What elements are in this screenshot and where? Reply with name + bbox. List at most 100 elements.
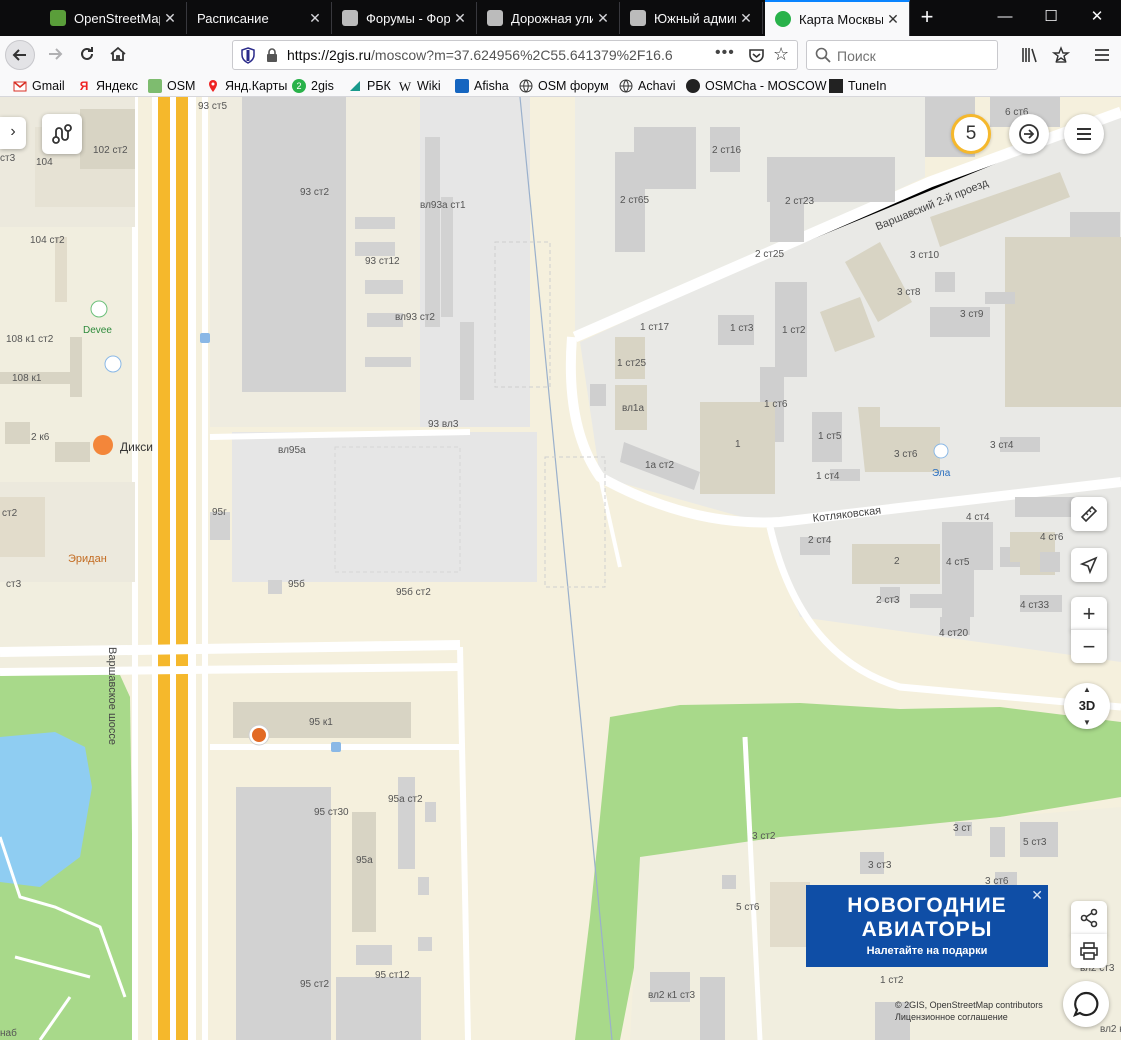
building-number-label: 2 bbox=[894, 556, 900, 567]
tab-road-street[interactable]: Дорожная улиц ✕ bbox=[477, 2, 620, 34]
tab-title: Карта Москвы: bbox=[799, 11, 883, 27]
map-view[interactable]: Варшавское шоссе Варшавский 2-й проезд К… bbox=[0, 97, 1121, 1040]
bus-stop-icon bbox=[331, 742, 341, 752]
building-number-label: вл93 ст2 bbox=[395, 312, 435, 323]
forward-button[interactable] bbox=[40, 40, 70, 70]
tab-close-icon[interactable]: ✕ bbox=[593, 10, 613, 27]
browser-window: OpenStreetMap ✕ Расписание ✕ Форумы - Фо… bbox=[0, 0, 1121, 1040]
routes-button[interactable] bbox=[42, 114, 82, 154]
ruler-button[interactable] bbox=[1071, 497, 1107, 531]
tab-forums[interactable]: Форумы - Фору ✕ bbox=[332, 2, 477, 34]
print-button[interactable] bbox=[1071, 934, 1107, 968]
bookmarks-bar: Gmail Я Яндекс OSM Янд.Карты 2 2gis РБК WW… bbox=[0, 74, 1121, 97]
tab-openstreetmap[interactable]: OpenStreetMap ✕ bbox=[40, 2, 187, 34]
building-number-label: 3 ст10 bbox=[910, 250, 940, 261]
tab-title: Южный админи bbox=[654, 10, 736, 26]
printer-icon bbox=[1080, 942, 1098, 960]
bookmark-2gis[interactable]: 2 2gis bbox=[292, 76, 334, 95]
tab-close-icon[interactable]: ✕ bbox=[305, 10, 325, 27]
tab-close-icon[interactable]: ✕ bbox=[883, 11, 903, 28]
chat-button[interactable] bbox=[1063, 981, 1109, 1027]
zoom-out-button[interactable]: − bbox=[1071, 629, 1107, 663]
maximize-button[interactable]: ☐ bbox=[1028, 0, 1074, 36]
bookmark-tunein[interactable]: TuneIn bbox=[829, 76, 886, 95]
building-number-label: 2 ст23 bbox=[785, 196, 815, 207]
building-number-label: 4 ст5 bbox=[946, 557, 970, 568]
bookmark-afisha[interactable]: Afisha bbox=[455, 76, 509, 95]
reload-button[interactable] bbox=[72, 40, 102, 70]
locate-me-button[interactable] bbox=[1071, 548, 1107, 582]
zoom-in-button[interactable]: + bbox=[1071, 597, 1107, 631]
tab-moscow-map[interactable]: Карта Москвы: ✕ bbox=[765, 0, 910, 36]
url-text[interactable]: https://2gis.ru/moscow?m=37.624956%2C55.… bbox=[287, 47, 677, 63]
tab-schedule[interactable]: Расписание ✕ bbox=[187, 2, 332, 34]
tab-close-icon[interactable]: ✕ bbox=[450, 10, 470, 27]
minimize-button[interactable]: — bbox=[982, 0, 1028, 36]
poi-ela[interactable]: Эла bbox=[932, 468, 950, 479]
bookmark-label: Wiki bbox=[417, 78, 441, 93]
poi-eridan[interactable]: Эридан bbox=[68, 553, 107, 565]
2gis-icon: 2 bbox=[292, 78, 306, 93]
bookmark-osmcha[interactable]: OSMCha - MOSCOW bbox=[686, 76, 827, 95]
bookmark-rbc[interactable]: РБК bbox=[348, 76, 391, 95]
arrow-left-icon bbox=[12, 49, 26, 61]
bookmark-osm-forum[interactable]: OSM форум bbox=[519, 76, 609, 95]
copyright-text: © 2GIS, OpenStreetMap contributors bbox=[895, 1000, 1043, 1010]
building-number-label: 4 ст6 bbox=[1040, 532, 1064, 543]
forum-favicon-icon bbox=[630, 10, 646, 26]
bookmark-star-icon[interactable]: ☆ bbox=[773, 44, 789, 65]
poi-devee[interactable]: Devee bbox=[83, 325, 112, 336]
tracking-shield-icon[interactable] bbox=[240, 47, 256, 64]
building-number-label: 3 ст4 bbox=[990, 440, 1014, 451]
new-tab-button[interactable]: + bbox=[912, 3, 942, 33]
page-actions-button[interactable]: ••• bbox=[715, 44, 735, 62]
pocket-icon[interactable] bbox=[748, 47, 765, 64]
expand-panel-button[interactable]: › bbox=[0, 117, 26, 149]
bookmark-gmail[interactable]: Gmail bbox=[13, 76, 65, 95]
bookmark-yandex[interactable]: Я Яндекс bbox=[77, 76, 138, 95]
building-number-label: наб bbox=[0, 1028, 17, 1039]
building-number-label: 4 ст20 bbox=[939, 628, 969, 639]
hamburger-menu-icon[interactable] bbox=[1089, 42, 1115, 68]
poi-diksi[interactable]: Дикси bbox=[120, 440, 153, 454]
building-number-label: 1 ст2 bbox=[782, 325, 806, 336]
tunein-icon bbox=[829, 78, 843, 93]
map-menu-button[interactable] bbox=[1064, 114, 1104, 154]
notification-badge[interactable]: 5 bbox=[951, 114, 991, 154]
promo-banner[interactable]: НОВОГОДНИЕ АВИАТОРЫ Налетайте на подарки… bbox=[806, 885, 1048, 967]
building-number-label: вл1а bbox=[622, 403, 645, 414]
bookmark-osm[interactable]: OSM bbox=[148, 76, 195, 95]
devee-icon bbox=[90, 300, 108, 318]
lock-icon[interactable] bbox=[265, 48, 279, 63]
tab-close-icon[interactable]: ✕ bbox=[160, 10, 180, 27]
tab-south-admin[interactable]: Южный админи ✕ bbox=[620, 2, 763, 34]
library-icon[interactable] bbox=[1017, 42, 1043, 68]
url-bar[interactable]: https://2gis.ru/moscow?m=37.624956%2C55.… bbox=[232, 40, 798, 70]
building-number-label: 95б bbox=[288, 579, 305, 590]
tab-close-icon[interactable]: ✕ bbox=[736, 10, 756, 27]
building-number-label: 93 ст12 bbox=[365, 256, 400, 267]
bookmark-achavi[interactable]: Achavi bbox=[619, 76, 676, 95]
search-box[interactable]: Поиск bbox=[806, 40, 998, 70]
license-link[interactable]: Лицензионное соглашение bbox=[895, 1011, 1043, 1023]
arrow-right-icon bbox=[49, 48, 63, 60]
map-pin-icon bbox=[209, 79, 217, 92]
bookmark-wiki[interactable]: W Wiki bbox=[398, 76, 441, 95]
login-button[interactable] bbox=[1009, 114, 1049, 154]
back-button[interactable] bbox=[5, 40, 35, 70]
building-number-label: ст3 bbox=[0, 153, 16, 164]
home-button[interactable] bbox=[103, 40, 133, 70]
home-icon bbox=[110, 46, 126, 61]
promo-close-icon[interactable]: ✕ bbox=[1031, 887, 1043, 904]
bookmark-manager-icon[interactable] bbox=[1048, 42, 1074, 68]
url-path: /moscow?m=37.624956%2C55.641379%2F16.6 bbox=[371, 47, 673, 63]
tab-title: Дорожная улиц bbox=[511, 10, 593, 26]
share-button[interactable] bbox=[1071, 901, 1107, 935]
3d-toggle-button[interactable]: ▲ 3D ▼ bbox=[1064, 683, 1110, 729]
building-number-label: 1 ст5 bbox=[818, 431, 842, 442]
building-number-label: вл2 к1 ст3 bbox=[648, 990, 696, 1001]
bookmark-yandex-maps[interactable]: Янд.Карты bbox=[206, 76, 287, 95]
close-window-button[interactable]: ✕ bbox=[1074, 0, 1120, 36]
building-number-label: 95г bbox=[212, 507, 227, 518]
building-number-label: 1а ст2 bbox=[645, 460, 675, 471]
